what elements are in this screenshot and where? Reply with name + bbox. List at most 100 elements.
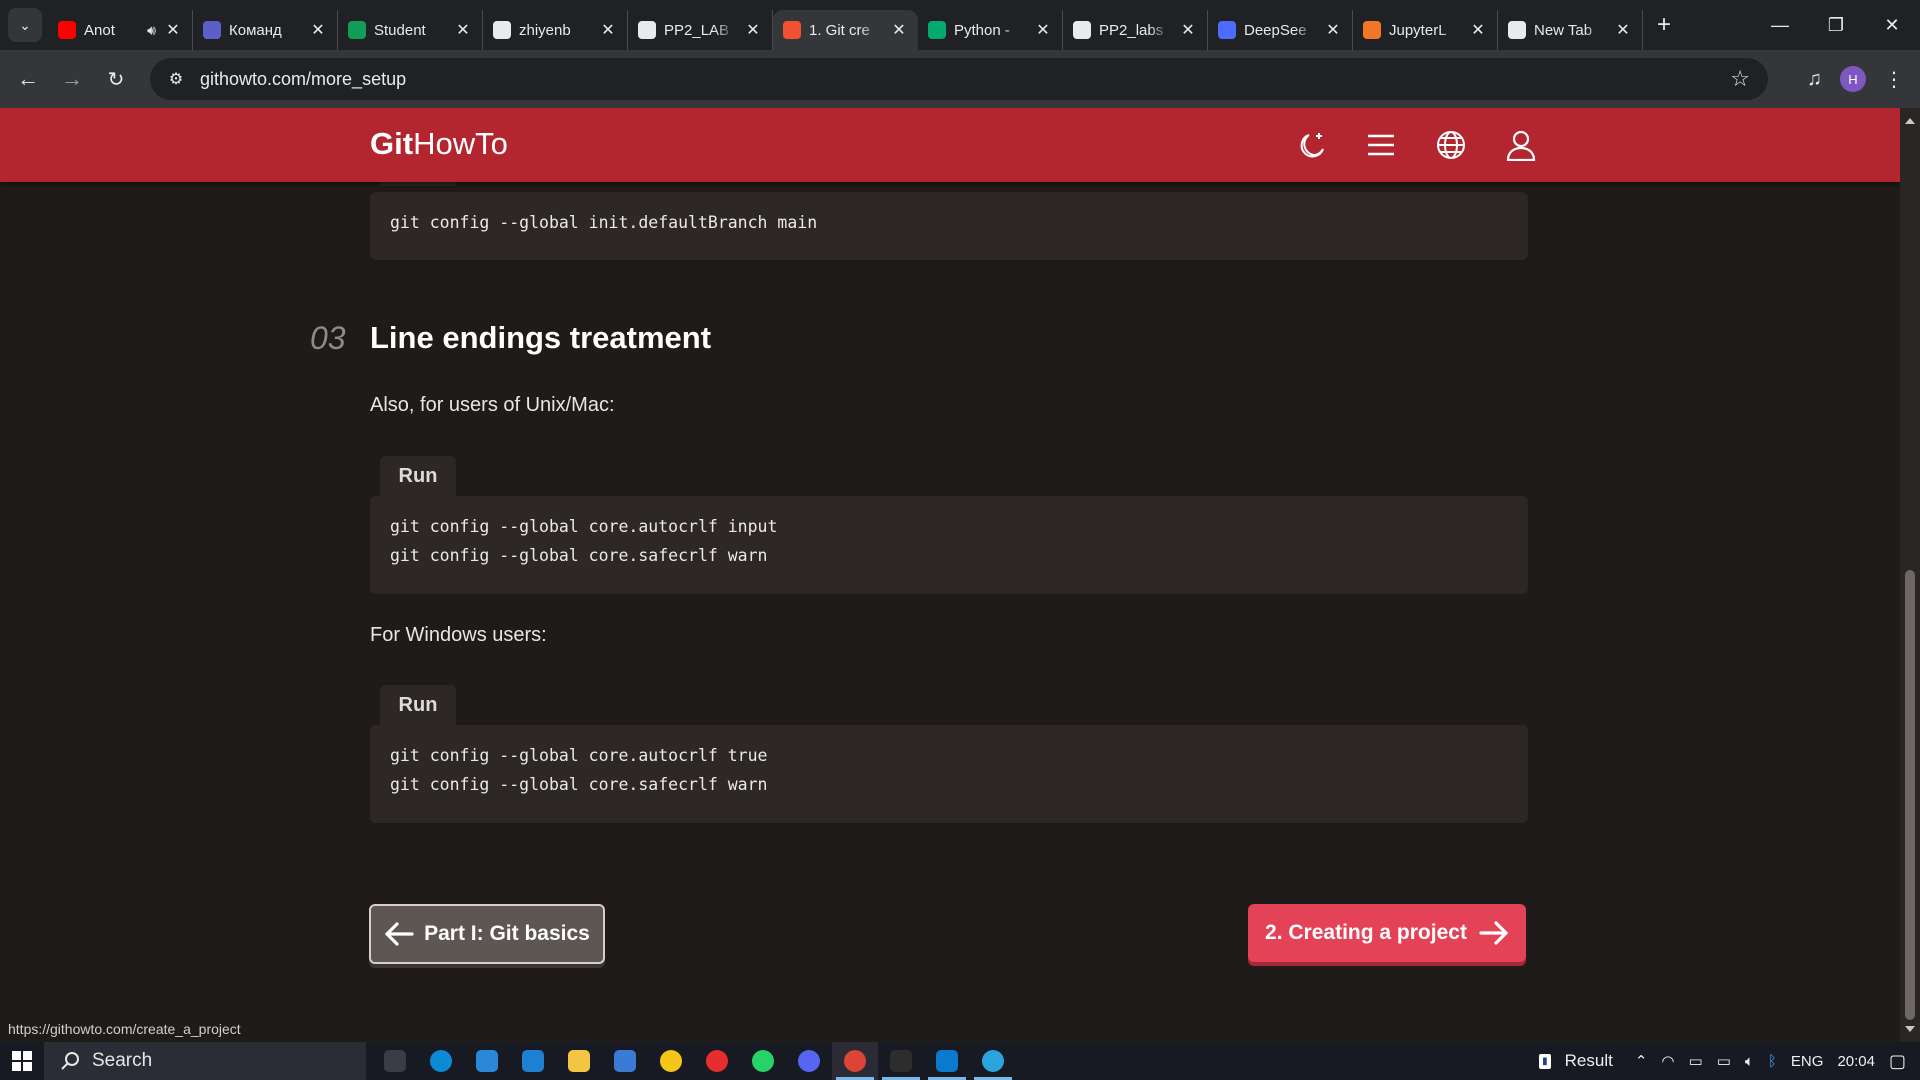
close-tab-icon[interactable]: ✕ — [164, 20, 182, 40]
taskbar-search[interactable]: Search — [44, 1042, 366, 1080]
address-bar[interactable]: ⚙ githowto.com/more_setup ☆ — [150, 58, 1768, 100]
clock[interactable]: 20:04 — [1837, 1053, 1875, 1070]
section-number: 03 — [310, 320, 346, 356]
close-tab-icon[interactable]: ✕ — [454, 20, 472, 40]
microsoft-store-taskbar-button[interactable] — [602, 1042, 648, 1080]
tab-title: zhiyenb — [519, 21, 571, 39]
chevron-up-icon[interactable]: ⌃ — [1635, 1052, 1648, 1070]
browser-tab[interactable]: PP2_labs ✕ — [1063, 10, 1208, 50]
scroll-up-arrow-icon[interactable] — [1905, 118, 1915, 124]
tab-list: Anot 🔊︎ ✕ Команд ✕ Student ✕ zhiyenb ✕ PP2_LAB ✕ 1.… — [48, 0, 1643, 50]
nba-icon[interactable]: ▮ — [1539, 1053, 1551, 1069]
windows-start-button[interactable] — [0, 1042, 44, 1080]
browser-tab[interactable]: JupyterL ✕ — [1353, 10, 1498, 50]
next-button-label: 2. Creating a project — [1265, 921, 1467, 944]
url-text[interactable]: githowto.com/more_setup — [200, 69, 406, 90]
battery-icon[interactable]: ▭ — [1717, 1052, 1731, 1070]
discord-taskbar-button[interactable] — [786, 1042, 832, 1080]
page-scrollbar[interactable] — [1900, 108, 1920, 1042]
arrow-right-icon — [1479, 921, 1508, 945]
minimize-button[interactable]: — — [1752, 0, 1808, 50]
tray-result-text[interactable]: Result — [1565, 1051, 1613, 1071]
language-indicator[interactable]: ENG — [1791, 1053, 1824, 1070]
vscode-taskbar-button[interactable] — [924, 1042, 970, 1080]
media-controls-icon[interactable]: ♫ — [1807, 68, 1822, 91]
site-info-icon[interactable]: ⚙ — [156, 69, 196, 89]
edge-taskbar-button[interactable] — [418, 1042, 464, 1080]
yandex-taskbar-button[interactable] — [694, 1042, 740, 1080]
tab-title: Student — [374, 21, 426, 39]
profile-avatar[interactable]: H — [1840, 66, 1866, 92]
browser-tab[interactable]: zhiyenb ✕ — [483, 10, 628, 50]
unix-intro-text: Also, for users of Unix/Mac: — [370, 394, 615, 416]
site-logo[interactable]: GitHowTo — [370, 126, 508, 162]
browser-menu-icon[interactable]: ⋮ — [1884, 67, 1904, 92]
mail-taskbar-button[interactable] — [510, 1042, 556, 1080]
close-tab-icon[interactable]: ✕ — [1614, 20, 1632, 40]
bookmark-star-icon[interactable]: ☆ — [1730, 66, 1750, 92]
search-icon — [61, 1052, 79, 1070]
whatsapp-taskbar-button[interactable] — [740, 1042, 786, 1080]
browser-tab[interactable]: Student ✕ — [338, 10, 483, 50]
user-icon[interactable] — [1500, 124, 1542, 166]
window-controls: — ❐ ✕ — [1752, 0, 1920, 50]
prev-button-label: Part I: Git basics — [424, 922, 590, 945]
wifi-icon[interactable]: ◠ — [1661, 1052, 1674, 1070]
browser-tab[interactable]: 1. Git cre ✕ — [773, 10, 918, 50]
site-header: GitHowTo — [0, 108, 1900, 182]
close-tab-icon[interactable]: ✕ — [1469, 20, 1487, 40]
reload-button[interactable]: ↻ — [94, 57, 138, 101]
file-explorer-taskbar-button[interactable] — [556, 1042, 602, 1080]
browser-tab[interactable]: Python - ✕ — [918, 10, 1063, 50]
browser-toolbar: ← → ↻ ⚙ githowto.com/more_setup ☆ ♫ H ⋮ — [0, 50, 1920, 108]
system-tray: ▮ Result ⌃ ◠ ▭ ▭ 🔈︎ ᛒ ENG 20:04 ▢ — [1539, 1042, 1920, 1080]
windows-intro-text: For Windows users: — [370, 624, 547, 646]
close-tab-icon[interactable]: ✕ — [1034, 20, 1052, 40]
youtube-icon — [58, 21, 76, 39]
notifications-icon[interactable]: ▢ — [1889, 1051, 1906, 1072]
store-taskbar-button[interactable] — [464, 1042, 510, 1080]
scroll-thumb[interactable] — [1905, 570, 1915, 1020]
back-button[interactable]: ← — [6, 57, 50, 101]
chrome-taskbar-button[interactable] — [832, 1042, 878, 1080]
github-icon — [1073, 21, 1091, 39]
close-tab-icon[interactable]: ✕ — [599, 20, 617, 40]
code-block-default-branch[interactable]: git config --global init.defaultBranch m… — [370, 192, 1528, 260]
bluetooth-icon[interactable]: ᛒ — [1768, 1053, 1777, 1070]
close-tab-icon[interactable]: ✕ — [890, 20, 908, 40]
tab-title: Anot — [84, 21, 115, 39]
volume-icon[interactable]: 🔈︎ — [1745, 1053, 1754, 1070]
close-window-button[interactable]: ✕ — [1864, 0, 1920, 50]
browser-tab[interactable]: Anot 🔊︎ ✕ — [48, 10, 193, 50]
meet-icon[interactable]: ▭ — [1689, 1052, 1703, 1070]
telegram-taskbar-button[interactable] — [970, 1042, 1016, 1080]
new-tab-button[interactable]: + — [1657, 11, 1671, 39]
norton-taskbar-button[interactable] — [648, 1042, 694, 1080]
terminal-taskbar-button[interactable] — [878, 1042, 924, 1080]
forward-button[interactable]: → — [50, 57, 94, 101]
close-tab-icon[interactable]: ✕ — [1179, 20, 1197, 40]
next-chapter-button[interactable]: 2. Creating a project — [1248, 904, 1526, 962]
prev-chapter-button[interactable]: Part I: Git basics — [369, 904, 605, 964]
language-globe-icon[interactable] — [1430, 124, 1472, 166]
task-view-taskbar-button[interactable] — [372, 1042, 418, 1080]
theme-toggle-icon[interactable] — [1290, 124, 1332, 166]
run-label-windows: Run — [380, 685, 456, 725]
close-tab-icon[interactable]: ✕ — [744, 20, 762, 40]
browser-tab[interactable]: PP2_LAB ✕ — [628, 10, 773, 50]
code-block-unix[interactable]: git config --global core.autocrlf input … — [370, 496, 1528, 594]
close-tab-icon[interactable]: ✕ — [1324, 20, 1342, 40]
logo-regular-text: HowTo — [413, 126, 508, 161]
restore-button[interactable]: ❐ — [1808, 0, 1864, 50]
code-line: git config --global core.autocrlf input — [390, 517, 778, 536]
browser-tab[interactable]: Команд ✕ — [193, 10, 338, 50]
browser-tab[interactable]: New Tab ✕ — [1498, 10, 1643, 50]
close-tab-icon[interactable]: ✕ — [309, 20, 327, 40]
scroll-down-arrow-icon[interactable] — [1905, 1026, 1915, 1032]
tab-search-button[interactable]: ⌄ — [8, 8, 42, 42]
code-block-windows[interactable]: git config --global core.autocrlf true g… — [370, 725, 1528, 823]
menu-icon[interactable] — [1360, 124, 1402, 166]
file-explorer-icon — [568, 1050, 590, 1072]
audio-playing-icon[interactable]: 🔊︎ — [147, 22, 156, 39]
browser-tab[interactable]: DeepSee ✕ — [1208, 10, 1353, 50]
